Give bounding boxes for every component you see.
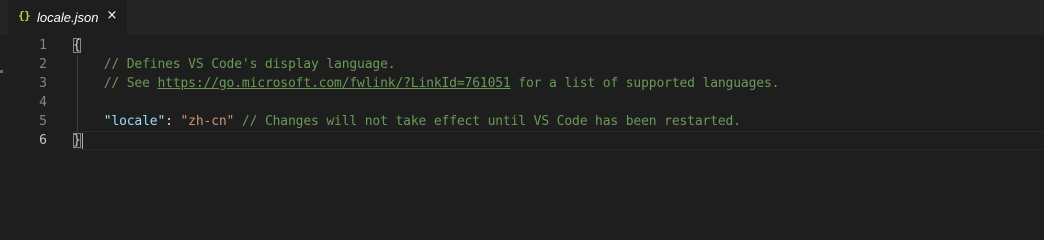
json-braces-icon: {}	[18, 9, 31, 22]
comment-text: // Defines VS Code's display language.	[103, 57, 396, 72]
text-cursor	[82, 133, 83, 149]
comment-text: // Changes will not take effect until VS…	[234, 114, 741, 129]
tab-label: locale.json	[37, 10, 99, 25]
colon: :	[165, 114, 181, 129]
close-brace: }	[73, 133, 81, 148]
code-line-3: // See https://go.microsoft.com/fwlink/?…	[73, 74, 780, 93]
tab-locale-json[interactable]: {} locale.json ×	[8, 0, 127, 35]
code-line-6: }	[73, 131, 81, 150]
current-line-highlight	[70, 131, 1044, 150]
line-number: 1	[39, 38, 47, 53]
tab-bar: {} locale.json ×	[0, 0, 1044, 35]
code-line-1: {	[73, 36, 81, 55]
comment-text: // See	[103, 76, 158, 91]
overview-ruler-mark	[0, 70, 3, 73]
json-key: "locale"	[103, 114, 166, 129]
line-number-active: 6	[39, 133, 47, 148]
comment-text: for a list of supported languages.	[510, 76, 780, 91]
open-brace: {	[73, 38, 81, 53]
line-number: 4	[39, 95, 47, 110]
line-number: 2	[39, 57, 47, 72]
fwlink-url[interactable]: https://go.microsoft.com/fwlink/?LinkId=…	[157, 76, 510, 91]
code-line-5: "locale": "zh-cn" // Changes will not ta…	[73, 112, 741, 131]
json-value: "zh-cn"	[180, 114, 235, 129]
editor-window: {} locale.json × 1 2 3 4 5 6 { // Define…	[0, 0, 1044, 215]
line-number: 3	[39, 76, 47, 91]
close-icon[interactable]: ×	[105, 9, 119, 23]
code-line-2: // Defines VS Code's display language.	[73, 55, 396, 74]
line-number: 5	[39, 114, 47, 129]
